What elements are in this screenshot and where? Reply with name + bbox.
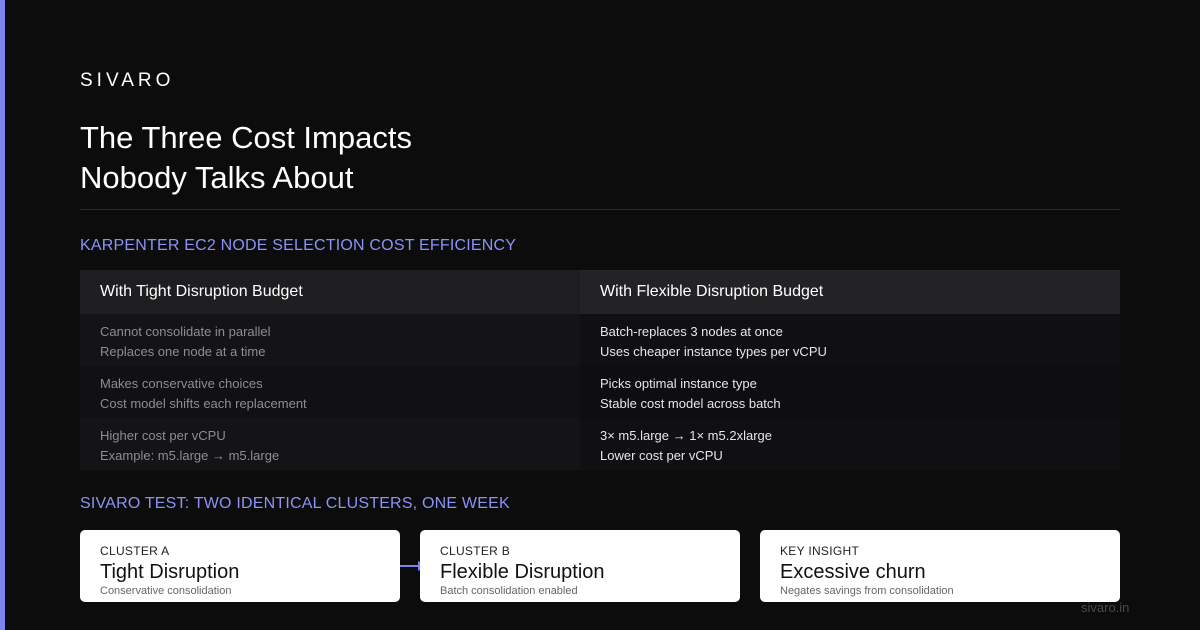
card-label: KEY INSIGHT <box>780 544 860 558</box>
card-title: Tight Disruption <box>100 561 240 583</box>
cell-tight: Makes conservative choices Cost model sh… <box>80 366 580 418</box>
card-subtitle: Negates savings from consolidation <box>780 585 954 597</box>
cell-line: Cannot consolidate in parallel <box>100 324 271 339</box>
card-subtitle: Conservative consolidation <box>100 585 232 597</box>
section-label-cost-efficiency: KARPENTER EC2 NODE SELECTION COST EFFICI… <box>80 237 517 254</box>
cell-line: Lower cost per vCPU <box>600 448 723 463</box>
card-key-insight: KEY INSIGHT Excessive churn Negates savi… <box>760 530 1120 602</box>
card-subtitle: Batch consolidation enabled <box>440 585 578 597</box>
section-label-sivaro-test: SIVARO TEST: TWO IDENTICAL CLUSTERS, ONE… <box>80 495 510 512</box>
card-title: Flexible Disruption <box>440 561 605 583</box>
footer-url: sivaro.in <box>1081 600 1130 615</box>
cell-flexible: Picks optimal instance type Stable cost … <box>580 366 1120 418</box>
card-label: CLUSTER B <box>440 544 511 558</box>
cell-line: Uses cheaper instance types per vCPU <box>600 344 827 359</box>
cell-line: Cost model shifts each replacement <box>100 396 307 411</box>
cell-line: Replaces one node at a time <box>100 344 266 359</box>
cell-line: Batch-replaces 3 nodes at once <box>600 324 783 339</box>
cell-flexible: Batch-replaces 3 nodes at once Uses chea… <box>580 314 1120 366</box>
comparison-row: Higher cost per vCPU Example: m5.large →… <box>80 418 1120 470</box>
page-title: The Three Cost Impacts Nobody Talks Abou… <box>80 118 780 198</box>
comparison-header: With Tight Disruption Budget With Flexib… <box>80 270 1120 314</box>
divider <box>80 209 1120 210</box>
cell-line: Picks optimal instance type <box>600 376 757 391</box>
cell-line: Makes conservative choices <box>100 376 263 391</box>
brand-logo: SIVARO <box>80 70 175 91</box>
column-header-tight: With Tight Disruption Budget <box>80 270 580 314</box>
card-cluster-b: CLUSTER B Flexible Disruption Batch cons… <box>420 530 740 602</box>
card-title: Excessive churn <box>780 561 926 583</box>
cluster-cards: CLUSTER A Tight Disruption Conservative … <box>80 530 1120 602</box>
card-label: CLUSTER A <box>100 544 170 558</box>
cell-flexible: 3× m5.large → 1× m5.2xlarge Lower cost p… <box>580 418 1120 470</box>
title-line-2: Nobody Talks About <box>80 160 354 195</box>
cell-line: Higher cost per vCPU <box>100 428 226 443</box>
comparison-table: With Tight Disruption Budget With Flexib… <box>80 270 1120 470</box>
cell-tight: Higher cost per vCPU Example: m5.large →… <box>80 418 580 470</box>
card-cluster-a: CLUSTER A Tight Disruption Conservative … <box>80 530 400 602</box>
comparison-row: Cannot consolidate in parallel Replaces … <box>80 314 1120 366</box>
comparison-row: Makes conservative choices Cost model sh… <box>80 366 1120 418</box>
title-line-1: The Three Cost Impacts <box>80 120 412 155</box>
accent-bar <box>0 0 5 630</box>
cell-line: 3× m5.large → 1× m5.2xlarge <box>600 428 772 443</box>
cell-line: Example: m5.large → m5.large <box>100 448 280 463</box>
cell-tight: Cannot consolidate in parallel Replaces … <box>80 314 580 366</box>
cell-line: Stable cost model across batch <box>600 396 781 411</box>
column-header-flexible: With Flexible Disruption Budget <box>580 270 1120 314</box>
